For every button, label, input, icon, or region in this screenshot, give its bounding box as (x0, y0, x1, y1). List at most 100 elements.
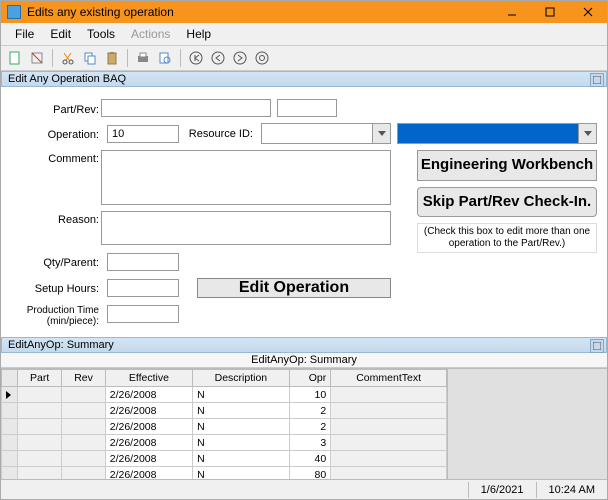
col-opr[interactable]: Opr (289, 370, 331, 387)
setup-hours-field[interactable] (107, 279, 179, 297)
col-part[interactable]: Part (18, 370, 62, 387)
section-title: Edit Any Operation BAQ (8, 73, 126, 85)
engineering-workbench-button[interactable]: Engineering Workbench (417, 150, 597, 181)
cell[interactable] (331, 451, 447, 467)
cell[interactable] (18, 387, 62, 403)
chevron-down-icon[interactable] (578, 124, 596, 143)
nav-forward-icon[interactable] (230, 48, 250, 68)
menu-edit[interactable]: Edit (42, 25, 79, 43)
nav-first-icon[interactable] (186, 48, 206, 68)
table-row[interactable]: 2/26/2008N3 (2, 435, 447, 451)
clear-icon[interactable] (27, 48, 47, 68)
table-row[interactable]: 2/26/2008N2 (2, 419, 447, 435)
table-row[interactable]: 2/26/2008N10 (2, 387, 447, 403)
cell[interactable]: 2/26/2008 (105, 467, 192, 480)
cell[interactable]: N (193, 403, 290, 419)
row-selector[interactable] (2, 387, 18, 403)
cell[interactable] (62, 451, 105, 467)
reason-field[interactable] (101, 211, 391, 245)
qty-parent-field[interactable] (107, 253, 179, 271)
section-collapse-icon[interactable] (590, 73, 604, 87)
row-selector[interactable] (2, 435, 18, 451)
cell[interactable] (62, 419, 105, 435)
maximize-button[interactable] (531, 1, 569, 23)
cell[interactable] (18, 435, 62, 451)
nav-back-icon[interactable] (208, 48, 228, 68)
nav-last-icon[interactable] (252, 48, 272, 68)
cell[interactable]: 2 (289, 419, 331, 435)
cell[interactable]: N (193, 419, 290, 435)
col-rev[interactable]: Rev (62, 370, 105, 387)
skip-checkin-button[interactable]: Skip Part/Rev Check-In. (417, 187, 597, 218)
close-button[interactable] (569, 1, 607, 23)
label-setup-hours: Setup Hours: (11, 280, 101, 295)
resource-id-combo[interactable] (261, 123, 391, 144)
toolbar (1, 46, 607, 71)
summary-grid[interactable]: Part Rev Effective Description Opr Comme… (1, 369, 447, 479)
cell[interactable]: 2 (289, 403, 331, 419)
preview-icon[interactable] (155, 48, 175, 68)
part-field[interactable] (101, 99, 271, 117)
new-icon[interactable] (5, 48, 25, 68)
cell[interactable] (331, 387, 447, 403)
cell[interactable]: 2/26/2008 (105, 403, 192, 419)
cell[interactable]: 80 (289, 467, 331, 480)
cell[interactable]: 3 (289, 435, 331, 451)
cell[interactable] (331, 419, 447, 435)
resource-extra-combo[interactable] (397, 123, 597, 144)
cell[interactable] (18, 467, 62, 480)
menu-tools[interactable]: Tools (79, 25, 123, 43)
minimize-button[interactable] (493, 1, 531, 23)
section-edit-any-op: Edit Any Operation BAQ (1, 71, 607, 87)
label-comment: Comment: (11, 150, 101, 205)
cell[interactable]: 10 (289, 387, 331, 403)
row-selector[interactable] (2, 467, 18, 480)
rev-field[interactable] (277, 99, 337, 117)
copy-icon[interactable] (80, 48, 100, 68)
window-title: Edits any existing operation (27, 5, 493, 19)
cell[interactable] (331, 403, 447, 419)
section-collapse-icon[interactable] (590, 339, 604, 353)
cell[interactable]: 40 (289, 451, 331, 467)
table-row[interactable]: 2/26/2008N2 (2, 403, 447, 419)
status-date: 1/6/2021 (468, 482, 536, 498)
menu-help[interactable]: Help (178, 25, 219, 43)
cut-icon[interactable] (58, 48, 78, 68)
print-icon[interactable] (133, 48, 153, 68)
cell[interactable]: N (193, 467, 290, 480)
prod-time-field[interactable] (107, 305, 179, 323)
table-row[interactable]: 2/26/2008N40 (2, 451, 447, 467)
menu-file[interactable]: File (7, 25, 42, 43)
cell[interactable]: N (193, 451, 290, 467)
col-comment-text[interactable]: CommentText (331, 370, 447, 387)
col-description[interactable]: Description (193, 370, 290, 387)
cell[interactable] (18, 451, 62, 467)
skip-checkin-hint: (Check this box to edit more than one op… (417, 223, 597, 253)
cell[interactable]: 2/26/2008 (105, 435, 192, 451)
row-selector[interactable] (2, 403, 18, 419)
table-row[interactable]: 2/26/2008N80 (2, 467, 447, 480)
label-prod-time: Production Time (min/piece): (11, 302, 101, 327)
paste-icon[interactable] (102, 48, 122, 68)
cell[interactable] (331, 467, 447, 480)
comment-field[interactable] (101, 150, 391, 205)
operation-field[interactable] (107, 125, 179, 143)
menu-actions[interactable]: Actions (123, 25, 178, 43)
row-selector[interactable] (2, 419, 18, 435)
cell[interactable]: N (193, 435, 290, 451)
cell[interactable]: 2/26/2008 (105, 387, 192, 403)
cell[interactable]: 2/26/2008 (105, 451, 192, 467)
cell[interactable] (18, 419, 62, 435)
cell[interactable] (62, 467, 105, 480)
cell[interactable] (18, 403, 62, 419)
cell[interactable]: 2/26/2008 (105, 419, 192, 435)
col-effective[interactable]: Effective (105, 370, 192, 387)
chevron-down-icon[interactable] (372, 124, 390, 143)
cell[interactable] (331, 435, 447, 451)
cell[interactable] (62, 387, 105, 403)
cell[interactable] (62, 435, 105, 451)
cell[interactable]: N (193, 387, 290, 403)
cell[interactable] (62, 403, 105, 419)
edit-operation-button[interactable]: Edit Operation (197, 278, 391, 298)
row-selector[interactable] (2, 451, 18, 467)
